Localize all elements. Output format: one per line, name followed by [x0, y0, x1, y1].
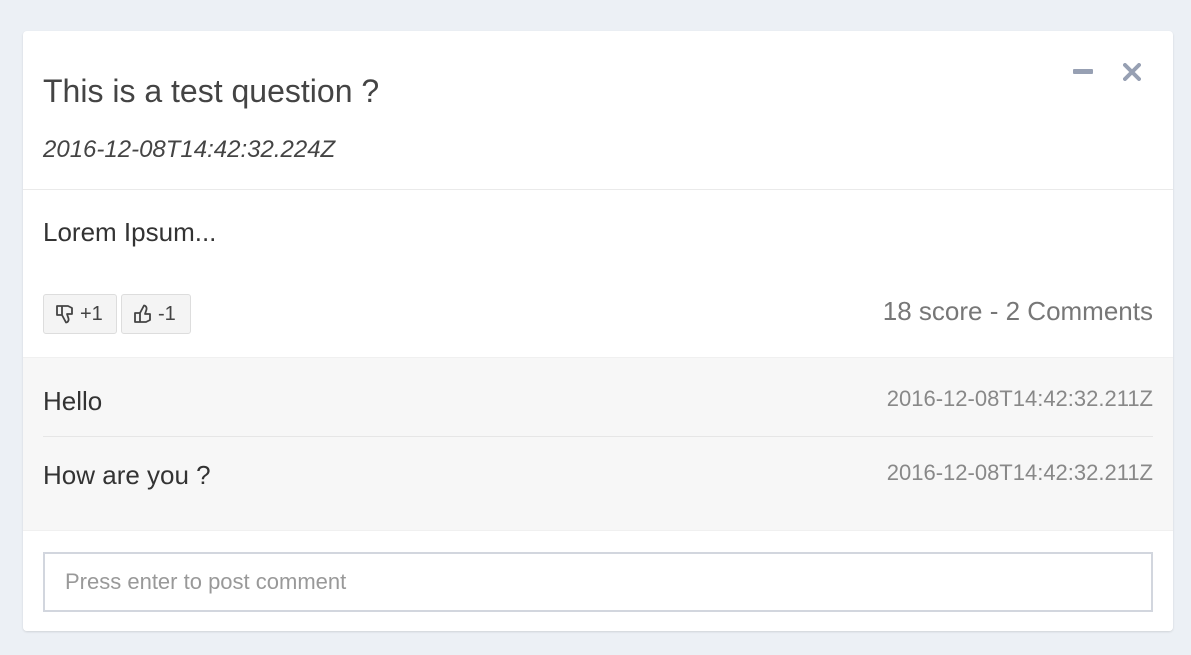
- vote-down-button[interactable]: +1: [43, 294, 117, 334]
- comment-item: How are you ? 2016-12-08T14:42:32.211Z: [43, 437, 1153, 511]
- comment-timestamp: 2016-12-08T14:42:32.211Z: [886, 386, 1153, 411]
- comments-list: Hello 2016-12-08T14:42:32.211Z How are y…: [23, 357, 1173, 531]
- comment-text: How are you ?: [43, 460, 211, 490]
- close-button[interactable]: [1119, 59, 1145, 85]
- comment-input[interactable]: [43, 552, 1153, 612]
- question-timestamp: 2016-12-08T14:42:32.224Z: [43, 136, 336, 163]
- comment-text: Hello: [43, 386, 103, 416]
- score-summary: 18 score - 2 Comments: [882, 296, 1153, 326]
- question-body-text: Lorem Ipsum...: [43, 217, 217, 247]
- comment-item: Hello 2016-12-08T14:42:32.211Z: [43, 363, 1153, 437]
- question-header: This is a test question ? 2016-12-08T14:…: [23, 31, 1173, 190]
- minus-icon: [1073, 69, 1093, 74]
- minimize-button[interactable]: [1070, 59, 1096, 85]
- comment-footer: [23, 530, 1173, 631]
- times-icon: [1123, 63, 1141, 81]
- thumbs-down-icon: [56, 305, 73, 324]
- question-title: This is a test question ?: [43, 73, 380, 109]
- vote-up-label: -1: [158, 302, 176, 325]
- comment-timestamp: 2016-12-08T14:42:32.211Z: [886, 460, 1153, 485]
- vote-up-button[interactable]: -1: [121, 294, 191, 334]
- vote-down-label: +1: [80, 302, 103, 325]
- question-body: Lorem Ipsum... +1 -1 18 score - 2 Commen…: [23, 190, 1173, 357]
- question-box: This is a test question ? 2016-12-08T14:…: [23, 31, 1173, 631]
- thumbs-up-icon: [134, 304, 151, 323]
